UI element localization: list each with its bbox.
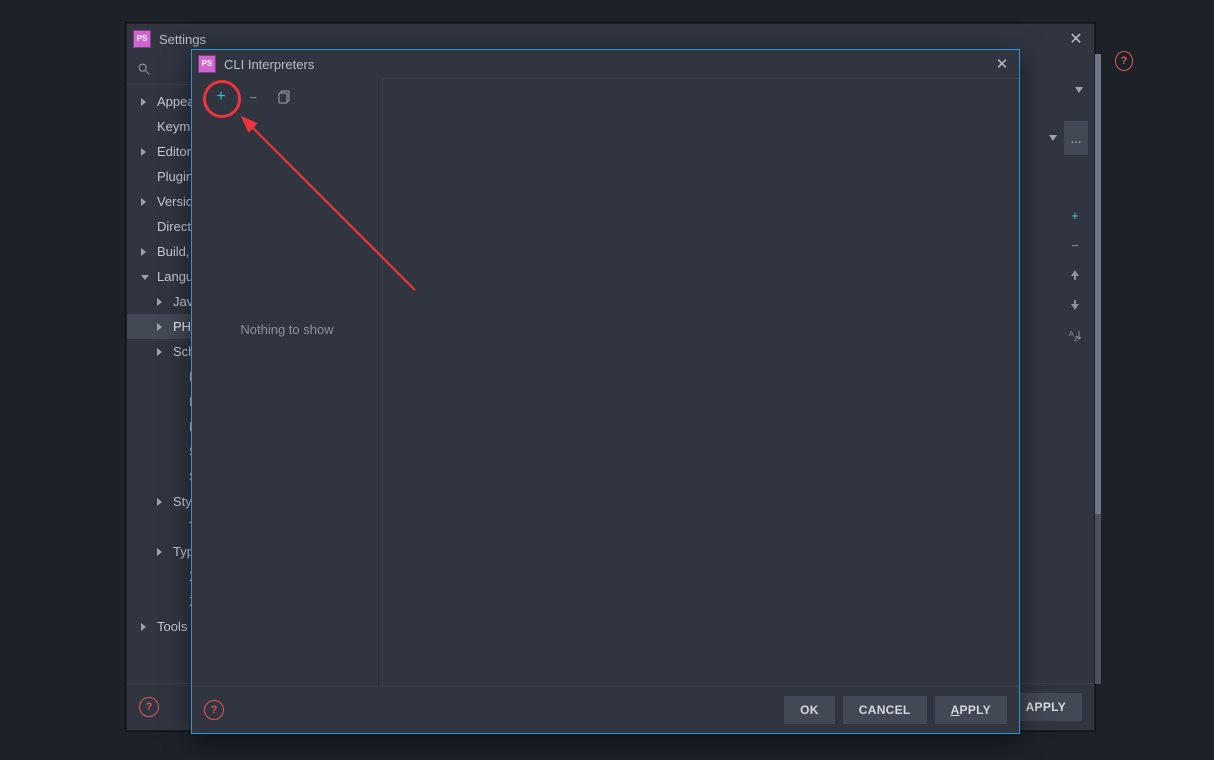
interpreter-browse-button[interactable]: ... <box>1064 121 1088 155</box>
modal-footer: ? OK CANCEL APPLY <box>192 686 1019 733</box>
nothing-to-show-label: Nothing to show <box>192 322 382 337</box>
modal-titlebar: PS CLI Interpreters ✕ <box>192 50 1019 79</box>
error-indicator-icon[interactable]: ? <box>1115 52 1133 70</box>
modal-close-button[interactable]: ✕ <box>991 53 1013 75</box>
modal-title: CLI Interpreters <box>224 57 314 72</box>
ps-app-icon: PS <box>198 55 216 73</box>
modal-help-icon[interactable]: ? <box>204 700 224 720</box>
search-icon <box>137 62 151 76</box>
copy-interpreter-button[interactable] <box>276 88 294 106</box>
modal-body: + − Nothing to show <box>192 78 1019 687</box>
dropdown-caret-icon[interactable] <box>1072 83 1086 97</box>
settings-close-button[interactable]: ✕ <box>1064 27 1088 51</box>
settings-apply-button[interactable]: APPLY <box>1010 693 1082 721</box>
include-path-toolbar: + − AZ <box>1064 204 1086 346</box>
modal-apply-button[interactable]: APPLY <box>935 696 1007 724</box>
cli-interpreters-dialog: PS CLI Interpreters ✕ + − Nothing to sho… <box>191 49 1020 734</box>
remove-interpreter-button[interactable]: − <box>244 88 262 106</box>
interpreter-field-row: ... <box>1046 121 1088 155</box>
move-up-button[interactable] <box>1064 264 1086 286</box>
move-down-button[interactable] <box>1064 294 1086 316</box>
add-interpreter-button[interactable]: + <box>212 88 230 106</box>
modal-ok-button[interactable]: OK <box>784 696 835 724</box>
interpreters-list-panel: + − Nothing to show <box>192 78 383 687</box>
interpreters-toolbar: + − <box>192 78 382 116</box>
add-path-button[interactable]: + <box>1064 204 1086 226</box>
sort-button[interactable]: AZ <box>1064 324 1086 346</box>
modal-cancel-button[interactable]: CANCEL <box>843 696 927 724</box>
remove-path-button[interactable]: − <box>1064 234 1086 256</box>
ps-app-icon: PS <box>133 30 151 48</box>
interpreter-dropdown[interactable] <box>1046 121 1060 155</box>
settings-title: Settings <box>159 32 206 47</box>
settings-scrollbar[interactable] <box>1095 54 1101 684</box>
help-icon[interactable]: ? <box>139 697 159 717</box>
